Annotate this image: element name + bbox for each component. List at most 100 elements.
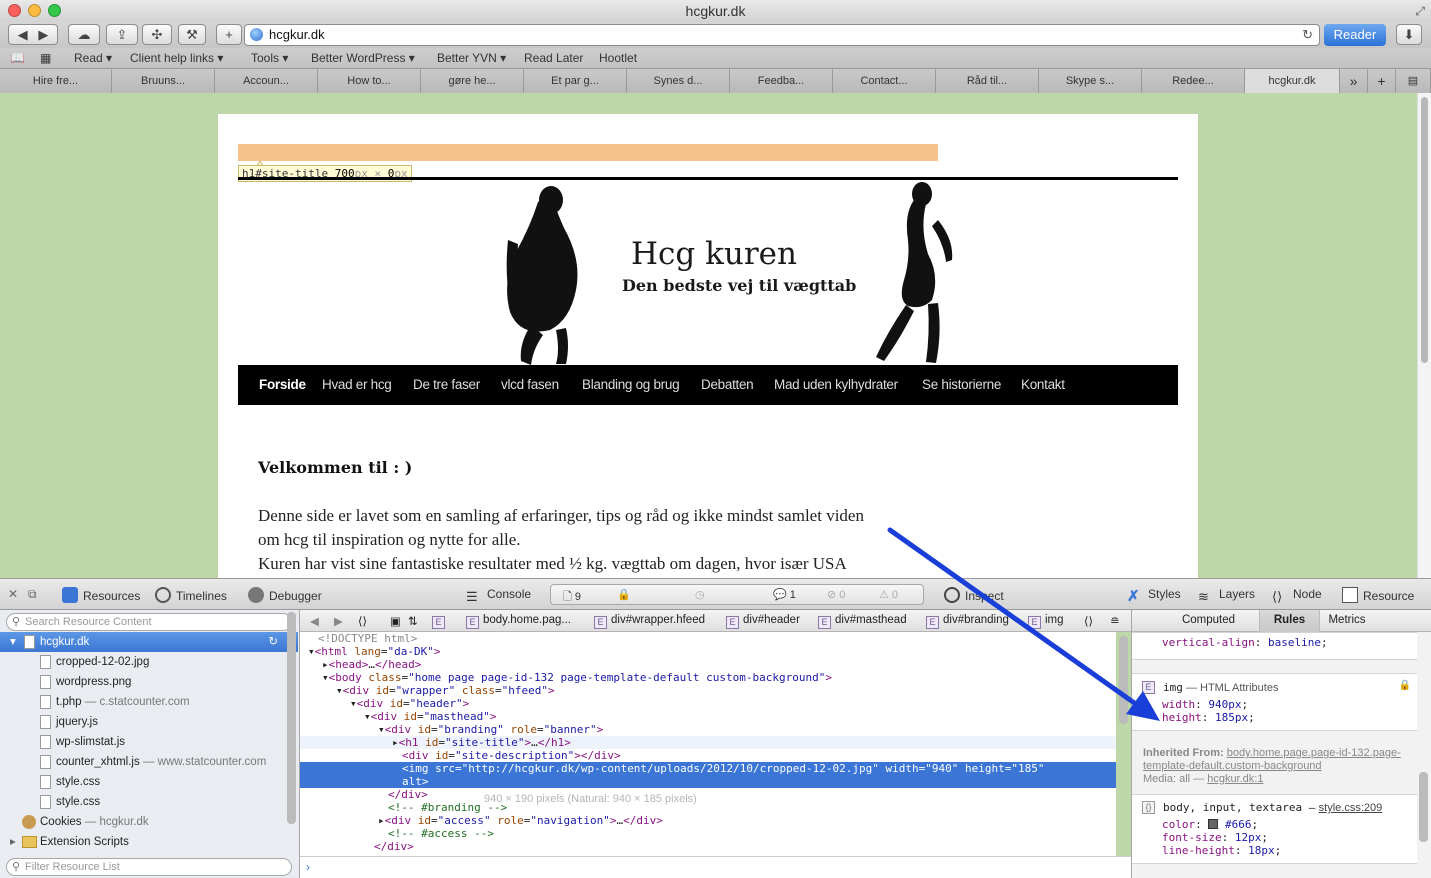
resource-tree-item[interactable]: wp-slimstat.js (0, 732, 298, 752)
css-property[interactable]: width (1162, 698, 1195, 711)
tab-item[interactable]: Hire fre... (0, 69, 112, 93)
breadcrumb-masthead[interactable]: Ediv#masthead (818, 614, 907, 629)
css-value[interactable]: 940px (1208, 698, 1241, 711)
log-count[interactable]: 💬 1 (773, 588, 796, 601)
breadcrumb-header[interactable]: Ediv#header (726, 614, 800, 629)
styles-tool[interactable]: ✗ Styles (1127, 587, 1181, 605)
resource-tree-item[interactable]: style.css (0, 772, 298, 792)
resource-search-input[interactable]: ⚲ Search Resource Content (6, 613, 292, 631)
tab-computed[interactable]: Computed (1132, 610, 1260, 632)
css-value[interactable]: baseline (1268, 636, 1321, 649)
resource-count[interactable]: 🗋 9 (563, 588, 581, 607)
dom-node[interactable]: ▾<body class="home page page-id-132 page… (300, 671, 1116, 684)
tab-overview-icon[interactable]: ▤ (1396, 69, 1431, 93)
bookmark-better-wordpress[interactable]: Better WordPress ▾ (311, 51, 415, 65)
more-tabs-icon[interactable]: » (1340, 69, 1368, 93)
dom-node[interactable]: ▾<div id="wrapper" class="hfeed"> (300, 684, 1116, 697)
breadcrumb-html[interactable]: E (432, 614, 449, 629)
dom-node[interactable]: <!DOCTYPE html> (300, 632, 1116, 645)
icloud-tabs-button[interactable]: ☁ (68, 24, 100, 45)
reader-button[interactable]: Reader (1324, 24, 1386, 46)
nav-item-de-tre-faser[interactable]: De tre faser (413, 365, 480, 405)
nav-item-kontakt[interactable]: Kontakt (1021, 365, 1065, 405)
disclosure-closed-icon[interactable]: ▸ (10, 832, 16, 852)
css-property[interactable]: vertical-align (1162, 636, 1255, 649)
share-button[interactable]: ⇪ (106, 24, 138, 45)
warning-count[interactable]: ⚠ 0 (879, 588, 898, 601)
new-tab-button[interactable]: + (216, 24, 242, 45)
bookmark-hootlet[interactable]: Hootlet (599, 51, 637, 65)
resources-tool[interactable]: Resources (62, 587, 140, 603)
filter-resource-input[interactable]: ⚲ Filter Resource List (6, 858, 292, 876)
dom-node[interactable]: ▸<head>…</head> (300, 658, 1116, 671)
top-sites-icon[interactable]: ▦ (40, 51, 51, 65)
back-icon[interactable]: ◀ (18, 27, 28, 42)
console-prompt[interactable]: › (300, 856, 1131, 878)
dom-mode-icon[interactable]: ▣ (390, 614, 401, 628)
nav-item-forside[interactable]: Forside (259, 365, 306, 405)
forward-icon[interactable]: ▶ (38, 27, 48, 42)
rule-source-link[interactable]: style.css:209 (1319, 802, 1383, 814)
reload-icon[interactable]: ↻ (268, 632, 278, 652)
breadcrumb-body[interactable]: Ebody.home.pag... (466, 614, 571, 629)
resource-tree-item[interactable]: counter_xhtml.js — www.statcounter.com (0, 752, 298, 772)
tab-metrics[interactable]: Metrics (1320, 610, 1374, 632)
tab-item[interactable]: Redee... (1142, 69, 1245, 93)
tab-item[interactable]: Råd til... (936, 69, 1039, 93)
sidebar-scroll-thumb[interactable] (287, 612, 296, 824)
tab-item[interactable]: Skype s... (1039, 69, 1142, 93)
styles-scroll-thumb[interactable] (1419, 772, 1428, 842)
bookmark-read-later[interactable]: Read Later (524, 51, 583, 65)
layout-toggle-icon[interactable]: ≘ (1110, 614, 1120, 628)
fullscreen-icon[interactable]: ⤢ (1415, 0, 1425, 22)
color-swatch[interactable] (1208, 819, 1219, 829)
breadcrumb-wrapper[interactable]: Ediv#wrapper.hfeed (594, 614, 705, 629)
tab-item[interactable]: Feedba... (730, 69, 833, 93)
dock-inspector-icon[interactable]: ⧉ (28, 587, 37, 602)
close-inspector-icon[interactable]: ✕ (8, 587, 18, 601)
tab-item[interactable]: Et par g... (524, 69, 627, 93)
minimize-window-button[interactable] (28, 4, 41, 17)
css-property[interactable]: font-size (1162, 831, 1222, 844)
tab-item[interactable]: gøre he... (421, 69, 524, 93)
tab-item[interactable]: Bruuns... (112, 69, 215, 93)
dom-node[interactable]: </div> (300, 788, 1116, 801)
css-property[interactable]: color (1162, 818, 1195, 831)
dom-node[interactable]: ▾<html lang="da-DK"> (300, 645, 1116, 658)
resource-tree-item[interactable]: t.php — c.statcounter.com (0, 692, 298, 712)
url-text[interactable]: hcgkur.dk (269, 27, 325, 42)
breadcrumb-branding[interactable]: Ediv#branding (926, 614, 1009, 629)
tab-item[interactable]: Accoun... (215, 69, 318, 93)
nav-item-hvad-er-hcg[interactable]: Hvad er hcg (322, 365, 392, 405)
nav-item-blanding-og-brug[interactable]: Blanding og brug (582, 365, 680, 405)
back-forward-buttons[interactable]: ◀ ▶ (8, 24, 58, 45)
timelines-tool[interactable]: Timelines (155, 587, 227, 603)
back-icon[interactable]: ◀ (310, 614, 319, 628)
zoom-window-button[interactable] (48, 4, 61, 17)
debugger-tool[interactable]: Debugger (248, 587, 322, 603)
layers-tool[interactable]: ≋ Layers (1198, 587, 1255, 605)
tab-active[interactable]: hcgkur.dk (1245, 69, 1340, 93)
extensions-button[interactable]: ✣ (142, 24, 172, 45)
forward-icon[interactable]: ▶ (334, 614, 343, 628)
dom-node[interactable]: <div id="site-description"></div> (300, 749, 1116, 762)
error-count[interactable]: ⊘ 0 (827, 588, 845, 601)
console-tool[interactable]: ☰ Console (466, 587, 531, 605)
dom-node[interactable]: ▾<div id="masthead"> (300, 710, 1116, 723)
resource-tree-item[interactable]: style.css (0, 792, 298, 812)
bookmark-client-help-links[interactable]: Client help links ▾ (130, 51, 223, 65)
node-tool[interactable]: ⟨⟩ Node (1272, 587, 1322, 605)
nav-item-vlcd-fasen[interactable]: vlcd fasen (501, 365, 559, 405)
dom-node-selected[interactable]: <img src="http://hcgkur.dk/wp-content/up… (300, 762, 1116, 788)
tab-item[interactable]: Synes d... (627, 69, 730, 93)
address-bar[interactable]: hcgkur.dk ↻ (244, 24, 1320, 46)
dom-node[interactable]: <!-- #access --> (300, 827, 1116, 840)
css-property[interactable]: height (1162, 711, 1202, 724)
dom-scroll-thumb[interactable] (1119, 636, 1128, 724)
css-property[interactable]: line-height (1162, 844, 1235, 857)
new-tab-icon[interactable]: + (1368, 69, 1396, 93)
dom-node[interactable]: ▾<div id="header"> (300, 697, 1116, 710)
nav-item-mad-uden-kylhydrater[interactable]: Mad uden kylhydrater (774, 365, 898, 405)
resource-tree-item[interactable]: wordpress.png (0, 672, 298, 692)
resource-tree-item[interactable]: ▾ hcgkur.dk ↻ (0, 632, 298, 652)
